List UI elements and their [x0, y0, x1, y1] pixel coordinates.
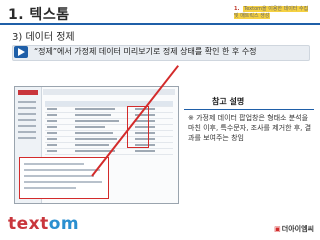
reference-text: ※ 가정제 데이터 팝업창은 형태소 분석을 마친 이후, 특수문자, 조사를 …: [188, 114, 312, 142]
textom-logo-part-b: om: [48, 214, 80, 234]
brand-name: 더아이엠씨: [281, 225, 314, 233]
sidebar-menu-item: [18, 101, 36, 103]
textom-logo-part-a: text: [8, 214, 49, 234]
sidebar-menu-item: [18, 107, 36, 109]
reference-underline: [184, 109, 314, 110]
reference-title: 참고 설명: [212, 97, 245, 106]
top-note: 1. Textom을 이용한 데이터 수집 및 매트릭스 생성: [234, 6, 312, 20]
play-icon: [14, 46, 28, 58]
sidebar-menu-item: [18, 119, 36, 121]
sidebar-menu-item: [18, 113, 36, 115]
instruction-text: “정제”에서 가정제 데이터 미리보기로 정제 상태를 확인 한 후 수정: [34, 47, 257, 56]
sidebar-menu-item: [18, 125, 36, 127]
popup-line: [24, 181, 102, 183]
popup-line: [24, 169, 100, 171]
top-note-text: Textom을 이용한 데이터 수집 및 매트릭스 생성: [234, 6, 309, 19]
popup-line: [24, 175, 94, 177]
company-brand: ▣더아이엠씨: [274, 224, 314, 234]
slide-title: 1. 텍스톰: [8, 7, 70, 23]
title-underline: [0, 23, 320, 25]
brand-mark-icon: ▣: [274, 225, 281, 233]
screenshot-logo: [18, 90, 38, 95]
section-subtitle: 3) 데이터 정제: [12, 32, 75, 43]
sidebar-menu-item: [18, 131, 36, 133]
preview-popup: [19, 157, 109, 199]
app-screenshot: [14, 86, 179, 204]
textom-logo: textom: [8, 214, 79, 234]
popup-line: [24, 163, 84, 165]
popup-line: [24, 187, 76, 189]
sidebar-menu-item: [18, 137, 36, 139]
top-note-number: 1.: [234, 6, 240, 12]
screenshot-table: [45, 101, 173, 155]
